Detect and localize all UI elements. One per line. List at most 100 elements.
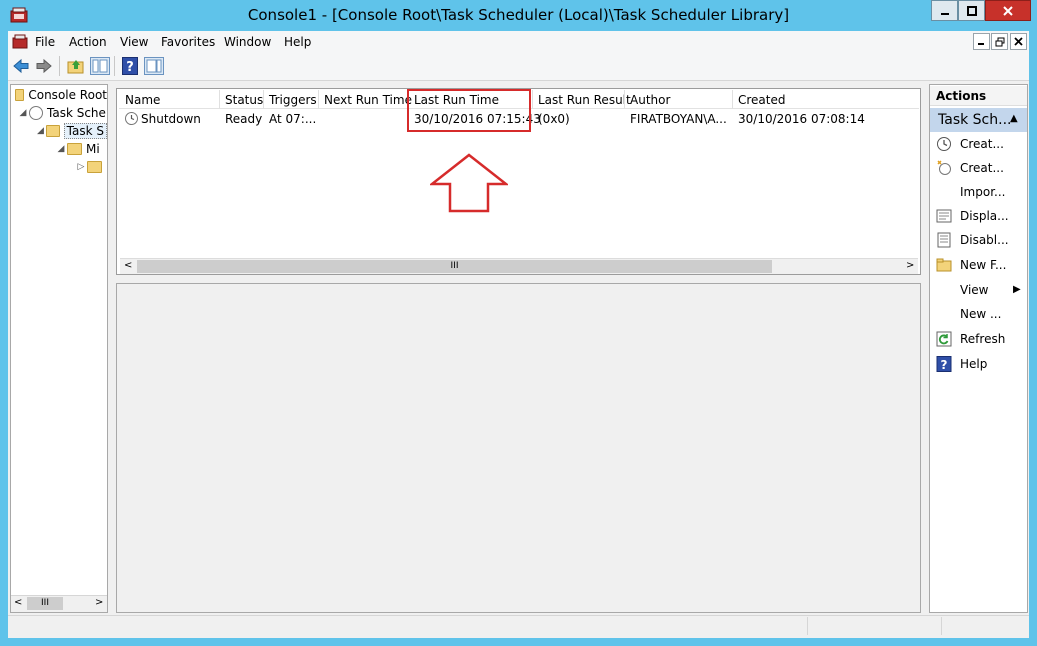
scroll-right-icon[interactable]: > bbox=[906, 260, 914, 271]
action-label: New F... bbox=[960, 258, 1007, 272]
minimize-button[interactable] bbox=[931, 0, 958, 21]
action-refresh[interactable]: Refresh bbox=[930, 327, 1027, 351]
forward-button[interactable] bbox=[35, 57, 53, 75]
toolbar-separator bbox=[59, 56, 60, 76]
action-help[interactable]: ? Help bbox=[930, 352, 1027, 376]
help-icon: ? bbox=[936, 356, 952, 372]
show-hide-tree-button[interactable] bbox=[90, 57, 110, 75]
clock-icon bbox=[936, 136, 952, 152]
show-hide-action-pane-button[interactable] bbox=[144, 57, 164, 75]
refresh-icon bbox=[936, 331, 952, 347]
tree-item-task-scheduler-library[interactable]: ◢ Task S bbox=[11, 122, 107, 140]
folder-icon bbox=[67, 143, 82, 155]
clock-icon bbox=[29, 106, 43, 120]
up-arrow-annotation bbox=[428, 153, 510, 213]
column-header-last-run-result[interactable]: Last Run Result bbox=[538, 93, 631, 107]
collapsed-arrow-icon[interactable]: ▷ bbox=[75, 162, 87, 172]
close-icon bbox=[1003, 5, 1013, 16]
tree-item-label: Mi bbox=[86, 142, 100, 156]
action-label: Refresh bbox=[960, 332, 1006, 346]
expanded-arrow-icon[interactable]: ◢ bbox=[35, 126, 46, 136]
window-title: Console1 - [Console Root\Task Scheduler … bbox=[247, 6, 790, 24]
scroll-left-icon[interactable]: < bbox=[14, 597, 22, 608]
action-new-window[interactable]: New ... bbox=[930, 302, 1027, 326]
clock-icon bbox=[125, 112, 138, 125]
cell-last-run-result: (0x0) bbox=[538, 112, 570, 126]
column-header-next-run-time[interactable]: Next Run Time bbox=[324, 93, 412, 107]
blank-icon bbox=[936, 282, 952, 298]
console-tree[interactable]: Console Root ◢ Task Sche ◢ Task S ◢ Mi ▷ bbox=[10, 84, 108, 613]
console-menu-icon[interactable] bbox=[12, 34, 28, 50]
submenu-arrow-icon[interactable]: ▶ bbox=[1013, 284, 1021, 295]
action-label: Disabl... bbox=[960, 233, 1009, 247]
tree-item-task-scheduler[interactable]: ◢ Task Sche bbox=[11, 104, 107, 122]
actions-pane-title: Actions bbox=[930, 86, 1027, 106]
minimize-icon bbox=[978, 43, 984, 45]
cell-triggers: At 07:... bbox=[269, 112, 317, 126]
mdi-close-button[interactable] bbox=[1010, 33, 1027, 50]
back-arrow-icon bbox=[13, 58, 29, 74]
menu-favorites[interactable]: Favorites bbox=[161, 35, 215, 49]
help-icon: ? bbox=[122, 57, 138, 75]
action-import-task[interactable]: Impor... bbox=[930, 180, 1027, 204]
up-one-level-button[interactable] bbox=[67, 57, 85, 75]
action-label: Creat... bbox=[960, 137, 1004, 151]
menu-window[interactable]: Window bbox=[224, 35, 271, 49]
cell-author: FIRATBOYAN\A... bbox=[630, 112, 727, 126]
minimize-icon bbox=[940, 12, 949, 15]
svg-text:?: ? bbox=[941, 358, 948, 372]
menu-action[interactable]: Action bbox=[69, 35, 107, 49]
scroll-left-icon[interactable]: < bbox=[124, 260, 132, 271]
column-separator[interactable] bbox=[532, 90, 533, 109]
close-button[interactable] bbox=[985, 0, 1031, 21]
blank-icon bbox=[936, 184, 952, 200]
cell-name: Shutdown bbox=[141, 112, 201, 126]
column-header-triggers[interactable]: Triggers bbox=[269, 93, 317, 107]
status-bar-cell bbox=[941, 617, 1027, 635]
action-create-task[interactable]: Creat... bbox=[930, 156, 1027, 180]
status-bar-cell bbox=[807, 617, 941, 635]
menu-help[interactable]: Help bbox=[284, 35, 311, 49]
action-label: Creat... bbox=[960, 161, 1004, 175]
column-separator[interactable] bbox=[624, 90, 625, 109]
column-separator[interactable] bbox=[263, 90, 264, 109]
menu-file[interactable]: File bbox=[35, 35, 55, 49]
column-separator[interactable] bbox=[219, 90, 220, 109]
tree-item-subfolder[interactable]: ▷ bbox=[11, 158, 107, 176]
menu-view[interactable]: View bbox=[120, 35, 148, 49]
tree-item-microsoft[interactable]: ◢ Mi bbox=[11, 140, 107, 158]
back-button[interactable] bbox=[12, 57, 30, 75]
cell-status: Ready bbox=[225, 112, 263, 126]
column-header-status[interactable]: Status bbox=[225, 93, 263, 107]
action-display-running-tasks[interactable]: Displa... bbox=[930, 204, 1027, 228]
expanded-arrow-icon[interactable]: ◢ bbox=[55, 144, 67, 154]
action-create-basic-task[interactable]: Creat... bbox=[930, 132, 1027, 156]
action-disable-history[interactable]: Disabl... bbox=[930, 228, 1027, 252]
cell-created: 30/10/2016 07:08:14 bbox=[738, 112, 865, 126]
scroll-right-icon[interactable]: > bbox=[95, 597, 103, 608]
mdi-restore-button[interactable] bbox=[991, 33, 1008, 50]
column-header-name[interactable]: Name bbox=[125, 93, 160, 107]
forward-arrow-icon bbox=[36, 58, 52, 74]
maximize-button[interactable] bbox=[958, 0, 985, 21]
collapse-arrow-icon[interactable]: ▲ bbox=[1010, 113, 1018, 124]
action-new-folder[interactable]: New F... bbox=[930, 253, 1027, 277]
svg-text:?: ? bbox=[126, 60, 134, 75]
task-details-pane[interactable] bbox=[116, 283, 921, 613]
task-list-scroll-thumb[interactable]: III bbox=[137, 260, 772, 273]
toolbar-separator bbox=[114, 56, 115, 76]
close-icon bbox=[1014, 37, 1023, 46]
help-button[interactable]: ? bbox=[122, 57, 140, 75]
action-pane-icon bbox=[144, 57, 164, 75]
tree-scroll-thumb[interactable]: III bbox=[27, 597, 63, 610]
actions-section-label: Task Sch... bbox=[938, 112, 1012, 128]
mdi-minimize-button[interactable] bbox=[973, 33, 990, 50]
tree-item-console-root[interactable]: Console Root bbox=[11, 86, 107, 104]
column-header-created[interactable]: Created bbox=[738, 93, 786, 107]
restore-icon bbox=[995, 37, 1004, 46]
disable-icon bbox=[936, 232, 952, 248]
column-header-author[interactable]: Author bbox=[630, 93, 670, 107]
column-separator[interactable] bbox=[732, 90, 733, 109]
column-separator[interactable] bbox=[318, 90, 319, 109]
expanded-arrow-icon[interactable]: ◢ bbox=[17, 108, 29, 118]
